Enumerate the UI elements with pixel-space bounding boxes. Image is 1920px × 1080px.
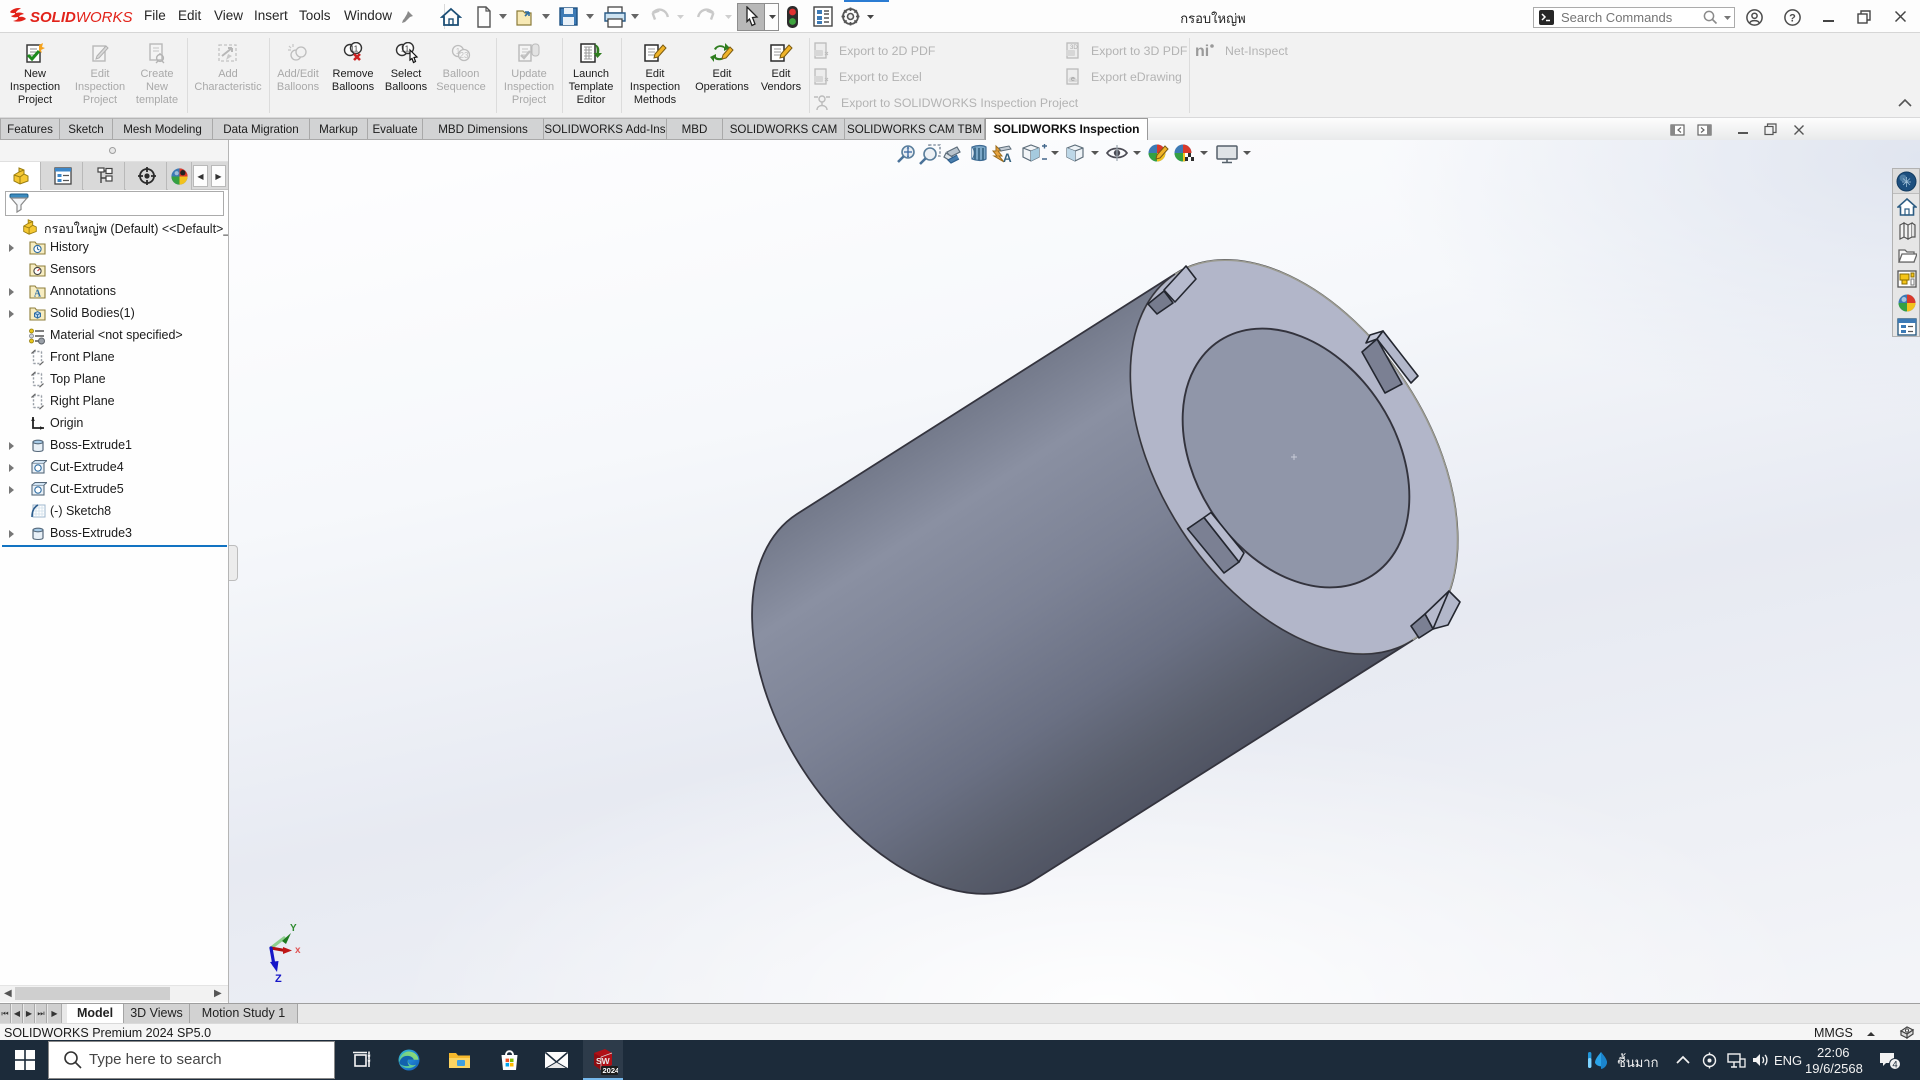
svg-text:SOLIDWORKS: SOLIDWORKS [30,9,133,26]
svg-text:e: e [1071,76,1075,83]
svg-text:ni: ni [1195,43,1209,59]
svg-text:4: 4 [1892,1060,1897,1071]
svg-text:A: A [34,289,42,300]
svg-text:Y: Y [290,923,297,934]
svg-text:23: 23 [460,51,469,60]
svg-text:11: 11 [350,45,359,54]
svg-text:A: A [1003,151,1012,165]
svg-text:3D: 3D [1070,45,1078,51]
svg-text:SW: SW [596,1056,611,1066]
svg-text:11: 11 [401,45,410,54]
svg-text:x: x [295,945,301,956]
svg-text:Z: Z [275,973,282,985]
svg-text:?: ? [1789,12,1796,24]
svg-text:2024: 2024 [603,1066,619,1075]
